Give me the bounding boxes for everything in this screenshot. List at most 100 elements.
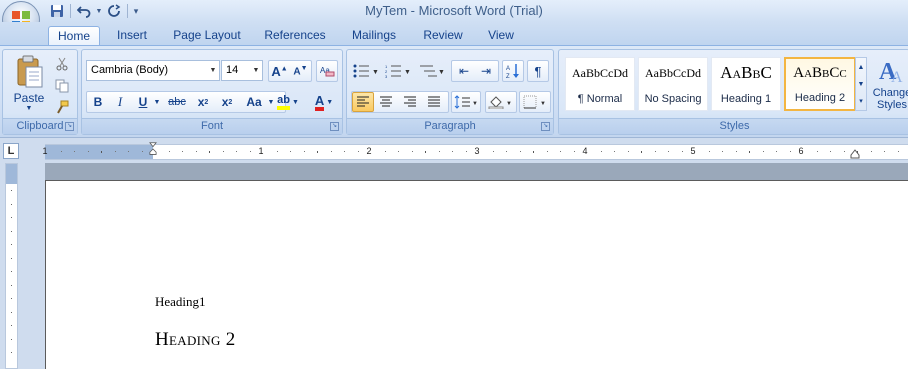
- font-size-dropdown-icon[interactable]: ▼: [250, 61, 262, 80]
- ruler-bar: L 1 1 2 3 4 5 6: [0, 137, 908, 163]
- font-family-combo[interactable]: Cambria (Body) ▼: [86, 60, 220, 81]
- ruler-tick: [317, 151, 318, 153]
- tab-view[interactable]: View: [482, 26, 520, 46]
- style-heading-2[interactable]: AaBbCc Heading 2: [784, 57, 856, 111]
- styles-more-icon[interactable]: ▾: [859, 93, 863, 110]
- font-color-button[interactable]: A ▼: [308, 91, 340, 113]
- ruler-tick: [384, 151, 386, 152]
- align-right-button[interactable]: [399, 92, 421, 112]
- grow-shrink-font-buttons: A▲ A▼: [268, 60, 312, 82]
- clipboard-launcher-icon[interactable]: ↘: [65, 122, 74, 131]
- svg-text:A: A: [891, 69, 903, 85]
- ruler-tick: [749, 151, 750, 153]
- undo-icon[interactable]: [75, 2, 93, 20]
- format-painter-icon[interactable]: [53, 99, 71, 115]
- vertical-ruler[interactable]: [5, 163, 18, 369]
- styles-scroll-down-icon[interactable]: ▼: [858, 76, 865, 93]
- font-launcher-icon[interactable]: ↘: [330, 122, 339, 131]
- shading-button[interactable]: ▼: [485, 91, 517, 113]
- italic-button[interactable]: I: [110, 93, 130, 111]
- tab-insert[interactable]: Insert: [110, 26, 154, 46]
- sort-icon[interactable]: AZ: [502, 60, 524, 82]
- decrease-indent-icon[interactable]: ⇤: [453, 64, 475, 78]
- ruler-tick: [843, 151, 845, 152]
- align-left-button[interactable]: [352, 92, 374, 112]
- save-icon[interactable]: [48, 2, 66, 20]
- paste-button[interactable]: Paste ▼: [7, 54, 51, 112]
- qat-separator: [70, 4, 71, 18]
- highlight-button[interactable]: ab ▼: [272, 91, 304, 113]
- document-line-heading1[interactable]: Heading1: [155, 294, 206, 310]
- ruler-number: 3: [474, 146, 480, 156]
- vruler-tick: [11, 257, 12, 259]
- first-line-indent-marker[interactable]: [148, 142, 158, 156]
- ruler-tick: [762, 151, 764, 152]
- ruler-tick: [168, 151, 170, 152]
- cut-icon[interactable]: [53, 56, 71, 72]
- document-line-heading2[interactable]: Heading 2: [155, 329, 236, 351]
- align-center-button[interactable]: [375, 92, 397, 112]
- styles-gallery: AaBbCcDd ¶ Normal AaBbCcDd No Spacing Aa…: [565, 57, 856, 111]
- style-normal[interactable]: AaBbCcDd ¶ Normal: [565, 57, 635, 111]
- ruler-tick: [330, 151, 332, 152]
- clear-formatting-icon[interactable]: Aa: [316, 60, 338, 82]
- ruler-number: 1: [258, 146, 264, 156]
- ruler-tick: [128, 151, 129, 152]
- ruler-tick: [222, 151, 224, 152]
- show-hide-marks-icon[interactable]: ¶: [527, 60, 549, 82]
- ruler-tick: [600, 151, 602, 152]
- vruler-tick: [11, 311, 12, 313]
- right-indent-marker[interactable]: [850, 148, 860, 162]
- customize-qat-icon[interactable]: ▾: [132, 6, 140, 17]
- style-no-spacing[interactable]: AaBbCcDd No Spacing: [638, 57, 708, 111]
- tab-references[interactable]: References: [262, 26, 328, 46]
- ruler-tick: [182, 151, 183, 152]
- ruler-tick: [519, 151, 521, 152]
- underline-dropdown-icon[interactable]: ▼: [152, 93, 162, 111]
- redo-icon[interactable]: [105, 2, 123, 20]
- shrink-font-button[interactable]: A▼: [290, 65, 311, 77]
- superscript-button[interactable]: x2: [216, 93, 238, 111]
- change-case-button[interactable]: Aa: [242, 93, 266, 111]
- multilevel-list-button[interactable]: ▼: [417, 60, 447, 81]
- tab-mailings[interactable]: Mailings: [346, 26, 402, 46]
- strikethrough-button[interactable]: abc: [166, 93, 188, 111]
- horizontal-ruler[interactable]: 1 1 2 3 4 5 6: [42, 142, 908, 162]
- ruler-tick: [398, 151, 399, 152]
- styles-group: AaBbCcDd ¶ Normal AaBbCcDd No Spacing Aa…: [558, 49, 908, 135]
- styles-scroll-up-icon[interactable]: ▲: [858, 59, 865, 76]
- numbering-button[interactable]: 1 2 3 ▼: [383, 60, 413, 81]
- justify-button[interactable]: [423, 92, 445, 112]
- grow-font-button[interactable]: A▲: [269, 64, 290, 79]
- change-styles-label-1: Change: [872, 87, 908, 99]
- ruler-number: 2: [366, 146, 372, 156]
- svg-text:▼: ▼: [472, 101, 478, 107]
- paragraph-launcher-icon[interactable]: ↘: [541, 122, 550, 131]
- copy-icon[interactable]: [53, 78, 71, 94]
- font-family-dropdown-icon[interactable]: ▼: [207, 61, 219, 80]
- document-backdrop: [45, 163, 908, 180]
- tab-review[interactable]: Review: [419, 26, 467, 46]
- change-styles-button[interactable]: A A Change Styles: [871, 55, 908, 119]
- tab-home[interactable]: Home: [48, 26, 100, 46]
- style-heading-1[interactable]: AaBbC Heading 1: [711, 57, 781, 111]
- tab-selector-icon[interactable]: L: [3, 143, 19, 159]
- svg-text:Z: Z: [506, 74, 510, 79]
- font-size-combo[interactable]: 14 ▼: [221, 60, 263, 81]
- underline-button[interactable]: U: [134, 93, 152, 111]
- document-page[interactable]: Heading1 Heading 2: [45, 180, 908, 369]
- ruler-tick: [614, 151, 615, 152]
- increase-indent-icon[interactable]: ⇥: [475, 64, 497, 78]
- tab-page-layout[interactable]: Page Layout: [170, 26, 244, 46]
- subscript-button[interactable]: x2: [192, 93, 214, 111]
- ruler-tick: [438, 151, 440, 152]
- line-spacing-button[interactable]: ▼: [451, 91, 481, 113]
- ruler-number: 1: [42, 146, 48, 156]
- bold-button[interactable]: B: [88, 93, 108, 111]
- undo-dropdown-icon[interactable]: ▼: [95, 8, 103, 15]
- bullets-button[interactable]: ▼: [351, 60, 381, 81]
- clipboard-group: Paste ▼ Clipboard ↘: [2, 49, 78, 135]
- ruler-tick: [722, 151, 723, 152]
- vruler-tick: [11, 325, 12, 326]
- borders-button[interactable]: ▼: [519, 91, 551, 113]
